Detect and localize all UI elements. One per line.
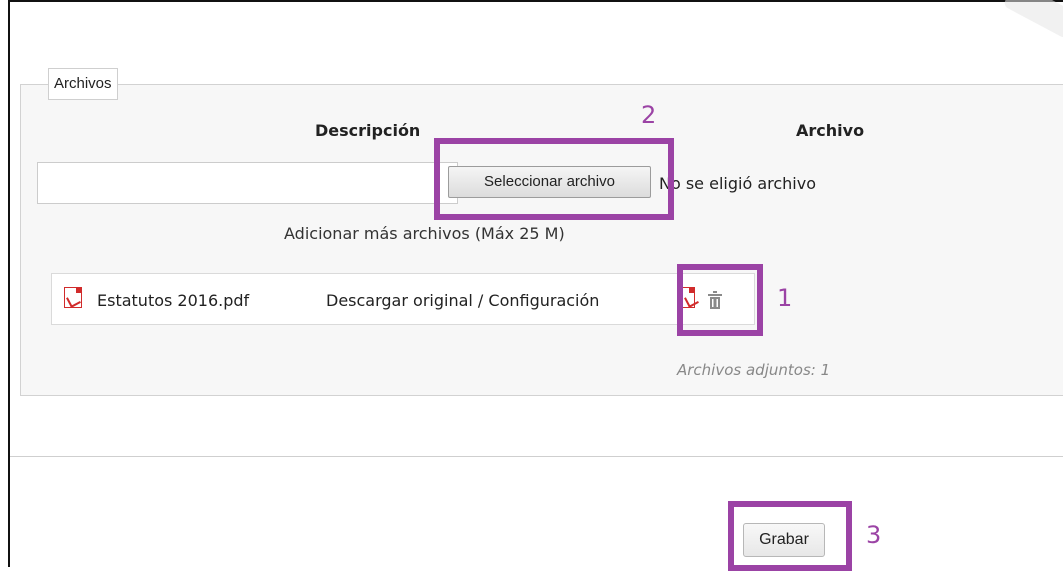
description-input[interactable] <box>37 162 458 204</box>
add-more-files-text[interactable]: Adicionar más archivos (Máx 25 M) <box>284 224 565 243</box>
description-header: Descripción <box>315 121 421 140</box>
callout-number-3: 3 <box>866 521 882 549</box>
footer-divider <box>10 456 1063 457</box>
callout-number-2: 2 <box>641 101 657 129</box>
pdf-icon <box>64 287 82 308</box>
callout-box-2 <box>434 138 674 220</box>
no-file-selected-text: No se eligió archivo <box>659 174 816 193</box>
corner-decoration <box>1002 0 1063 40</box>
download-configuration-link[interactable]: Descargar original / Configuración <box>326 291 599 310</box>
file-header: Archivo <box>796 121 865 140</box>
callout-number-1: 1 <box>777 284 793 312</box>
attachment-file-name[interactable]: Estatutos 2016.pdf <box>97 291 249 310</box>
files-legend: Archivos <box>48 68 118 100</box>
attached-files-count: Archivos adjuntos: 1 <box>677 361 831 379</box>
callout-box-3 <box>728 501 852 571</box>
callout-box-1 <box>677 264 763 336</box>
